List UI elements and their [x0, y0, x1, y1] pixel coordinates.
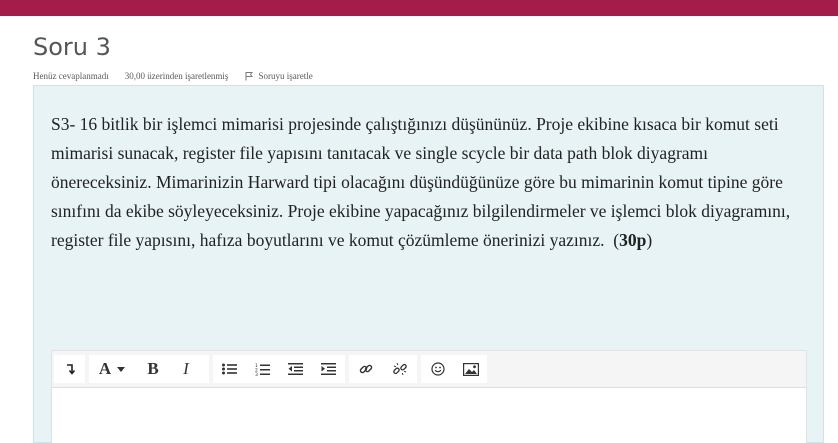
- font-style-label: A: [98, 359, 112, 378]
- image-icon: [462, 362, 479, 376]
- editor-toolbar: A B I 123: [51, 350, 807, 387]
- outdent-icon: [288, 363, 303, 375]
- question-points: 30,00 üzerinden işaretlenmiş: [124, 71, 229, 81]
- flag-icon: [244, 71, 254, 81]
- ordered-list-button[interactable]: 123: [246, 355, 279, 383]
- score-close: ): [646, 230, 653, 250]
- unlink-button[interactable]: [383, 355, 417, 383]
- emoji-icon: [430, 362, 445, 376]
- ordered-list-icon: 123: [255, 363, 270, 376]
- question-score: 30p: [619, 230, 647, 250]
- toolbar-group-format: A B I: [89, 355, 209, 383]
- outdent-button[interactable]: [279, 355, 312, 383]
- font-style-dropdown[interactable]: A: [89, 355, 135, 383]
- question-content-box: S3- 16 bitlik bir işlemci mimarisi proje…: [33, 85, 824, 443]
- flag-question-label: Soruyu işaretle: [258, 71, 313, 81]
- question-status: Henüz cevaplanmadı: [33, 71, 109, 81]
- emoji-button[interactable]: [421, 355, 454, 383]
- toolbar-group-lists: 123: [213, 355, 345, 383]
- question-info: Henüz cevaplanmadı 30,00 üzerinden işare…: [33, 71, 329, 81]
- question-body: S3- 16 bitlik bir işlemci mimarisi proje…: [51, 114, 791, 250]
- italic-button[interactable]: I: [171, 355, 201, 383]
- unlink-icon: [393, 362, 407, 376]
- toolbar-group-media: [421, 355, 487, 383]
- insert-image-button[interactable]: [454, 355, 487, 383]
- unordered-list-button[interactable]: [213, 355, 246, 383]
- svg-text:3: 3: [255, 372, 258, 376]
- indent-button[interactable]: [312, 355, 345, 383]
- question-title: Soru 3: [33, 33, 111, 61]
- answer-text-area[interactable]: [51, 387, 807, 443]
- question-text: S3- 16 bitlik bir işlemci mimarisi proje…: [51, 110, 811, 255]
- indent-icon: [321, 363, 336, 375]
- flag-question-link[interactable]: Soruyu işaretle: [244, 71, 313, 81]
- link-button[interactable]: [349, 355, 383, 383]
- toolbar-group-links: [349, 355, 417, 383]
- answer-editor: A B I 123: [51, 350, 807, 443]
- collapse-toolbar-icon: [64, 363, 76, 375]
- collapse-toolbar-button[interactable]: [54, 355, 85, 383]
- toolbar-group-collapse: [54, 355, 85, 383]
- font-style-dropdown-icon: [117, 366, 126, 372]
- bold-button[interactable]: B: [135, 355, 171, 383]
- top-accent-bar: [0, 0, 838, 16]
- unordered-list-icon: [222, 363, 237, 375]
- link-icon: [359, 362, 373, 376]
